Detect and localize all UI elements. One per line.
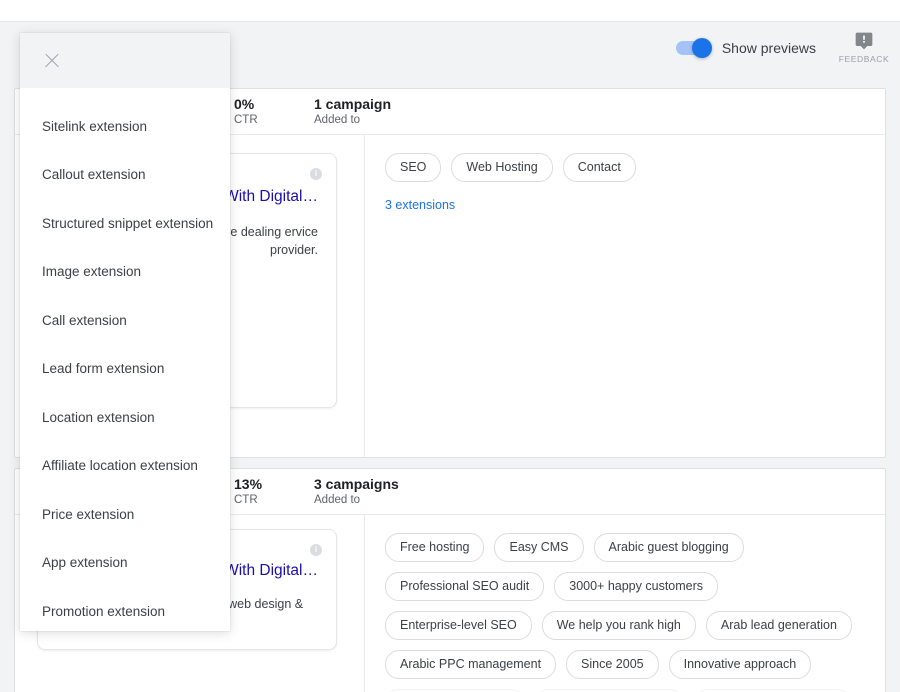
menu-item-label: Affiliate location extension (42, 458, 198, 474)
header-actions: Show previews FEEDBACK (675, 31, 889, 64)
stat-label: CTR (234, 493, 258, 506)
chip[interactable]: We help you rank high (541, 611, 696, 640)
show-previews-toggle[interactable]: Show previews (675, 37, 816, 58)
chip[interactable]: Since 2005 (566, 650, 659, 679)
feedback-button[interactable]: FEEDBACK (839, 31, 889, 64)
chip[interactable]: Contact (562, 153, 636, 182)
menu-item-label: Structured snippet extension (42, 215, 214, 231)
stat-value: 13% (234, 475, 263, 492)
menu-item-callout-extension[interactable]: Callout extension (20, 151, 230, 200)
chip[interactable]: Easy CMS (494, 533, 584, 562)
page-root: Show previews FEEDBACK 1 Impressions 0 C… (0, 0, 900, 692)
menu-item-label: Promotion extension (42, 603, 166, 619)
menu-item-call-extension[interactable]: Call extension (20, 296, 230, 345)
menu-item-label: Image extension (42, 264, 142, 280)
info-icon[interactable]: i (310, 168, 322, 180)
menu-item-label: Price extension (42, 506, 135, 522)
chip[interactable]: 3000+ happy customers (554, 572, 719, 601)
chip[interactable]: Enterprise-level SEO (385, 611, 532, 640)
menu-item-promotion-extension[interactable]: Promotion extension (20, 587, 230, 636)
chip[interactable]: Web Hosting (451, 153, 553, 182)
chip[interactable]: Professional SEO audit (385, 572, 545, 601)
show-previews-label: Show previews (721, 39, 816, 56)
chip[interactable]: Arabic guest blogging (593, 533, 744, 562)
chip[interactable]: Arabic PPC management (385, 650, 557, 679)
menu-item-app-extension[interactable]: App extension (20, 539, 230, 588)
feedback-label: FEEDBACK (838, 54, 890, 64)
stat-label: Added to (314, 113, 361, 126)
menu-item-image-extension[interactable]: Image extension (20, 248, 230, 297)
menu-item-lead-form-extension[interactable]: Lead form extension (20, 345, 230, 394)
extensions-link[interactable]: 3 extensions (385, 198, 869, 212)
chip[interactable]: SEO (385, 153, 442, 182)
menu-item-list: Sitelink extension Callout extension Str… (20, 88, 230, 636)
toggle-switch[interactable] (675, 37, 712, 58)
menu-item-label: App extension (42, 555, 128, 571)
stat-label: Added to (314, 493, 361, 506)
stat-ctr: 0% CTR (234, 96, 314, 128)
extension-type-menu: Sitelink extension Callout extension Str… (20, 33, 230, 631)
stat-ctr: 13% CTR (234, 476, 314, 508)
top-strip (0, 0, 900, 22)
chip[interactable]: Innovative approach (668, 650, 812, 679)
menu-item-price-extension[interactable]: Price extension (20, 490, 230, 539)
feedback-icon (855, 32, 873, 50)
close-icon[interactable] (42, 51, 62, 71)
menu-item-structured-snippet-extension[interactable]: Structured snippet extension (20, 199, 230, 248)
menu-item-label: Sitelink extension (42, 118, 148, 134)
chip[interactable]: Arab lead generation (705, 611, 852, 640)
extension-chips-column-2: Free hosting Easy CMS Arabic guest blogg… (365, 515, 885, 692)
stat-added-to: 3 campaigns Added to (314, 476, 474, 508)
menu-item-location-extension[interactable]: Location extension (20, 393, 230, 442)
menu-item-label: Lead form extension (42, 361, 165, 377)
info-icon[interactable]: i (310, 544, 322, 556)
menu-item-sitelink-extension[interactable]: Sitelink extension (20, 102, 230, 151)
stat-value: 1 campaign (314, 95, 392, 112)
chip-list-2: Free hosting Easy CMS Arabic guest blogg… (385, 533, 869, 692)
stat-value: 3 campaigns (314, 475, 399, 492)
menu-item-label: Callout extension (42, 167, 146, 183)
toggle-knob (691, 37, 712, 58)
extension-chips-column-1: SEO Web Hosting Contact 3 extensions (365, 135, 885, 457)
menu-header (20, 33, 230, 88)
menu-item-label: Location extension (42, 409, 155, 425)
stat-added-to: 1 campaign Added to (314, 96, 474, 128)
menu-item-label: Call extension (42, 312, 127, 328)
stat-value: 0% (234, 95, 255, 112)
chip-list-1: SEO Web Hosting Contact (385, 153, 869, 182)
stat-label: CTR (234, 113, 258, 126)
menu-item-affiliate-location-extension[interactable]: Affiliate location extension (20, 442, 230, 491)
chip[interactable]: Free hosting (385, 533, 485, 562)
